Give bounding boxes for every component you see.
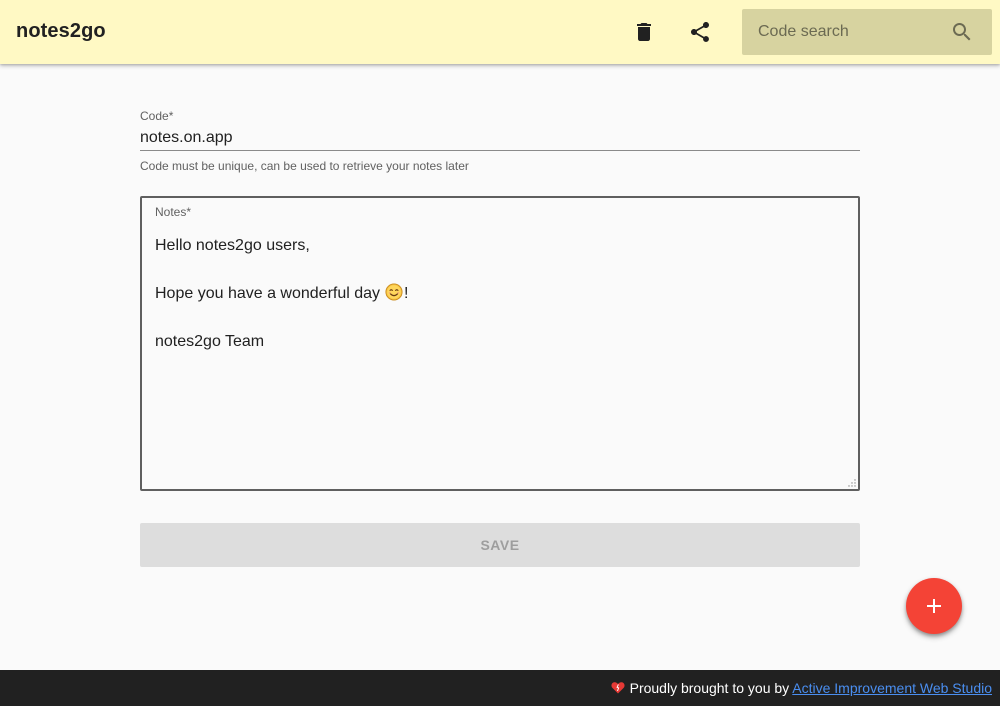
app-bar: notes2go — [0, 0, 1000, 64]
heart-icon — [611, 682, 625, 694]
search-button[interactable] — [942, 12, 982, 52]
notes-line — [155, 258, 845, 282]
plus-icon — [927, 599, 941, 613]
notes-line-text: Hope you have a wonderful day — [155, 285, 381, 302]
notes-content: Hello notes2go users, Hope you have a wo… — [155, 234, 845, 354]
trash-icon — [637, 23, 651, 41]
add-note-button[interactable] — [906, 578, 962, 634]
notes-line: Hope you have a wonderful day ! — [155, 282, 845, 306]
notes-line-text: ! — [404, 285, 409, 302]
notes-label: Notes* — [155, 205, 192, 219]
share-icon — [691, 22, 709, 42]
studio-link[interactable]: Active Improvement Web Studio — [792, 680, 992, 696]
code-search-input[interactable] — [742, 9, 958, 55]
code-search — [742, 9, 992, 55]
code-label: Code* — [140, 109, 174, 123]
share-button[interactable] — [680, 12, 720, 52]
footer-credit: Proudly brought to you by Active Improve… — [611, 680, 992, 696]
app-title: notes2go — [16, 20, 106, 42]
resize-handle-icon[interactable] — [848, 479, 856, 487]
search-icon — [953, 23, 971, 41]
code-helper-text: Code must be unique, can be used to retr… — [140, 159, 469, 173]
save-button[interactable]: Save — [140, 523, 860, 567]
footer-text: Proudly brought to you by — [629, 680, 790, 696]
notes-textarea[interactable]: Notes* Hello notes2go users, Hope you ha… — [140, 196, 860, 491]
notes-line: Hello notes2go users, — [155, 237, 310, 254]
footer: Proudly brought to you by Active Improve… — [0, 670, 1000, 706]
notes-line — [155, 306, 845, 330]
notes-line: notes2go Team — [155, 333, 265, 350]
delete-button[interactable] — [624, 12, 664, 52]
code-input[interactable] — [140, 126, 860, 151]
smiling-face-emoji-icon — [385, 283, 403, 301]
